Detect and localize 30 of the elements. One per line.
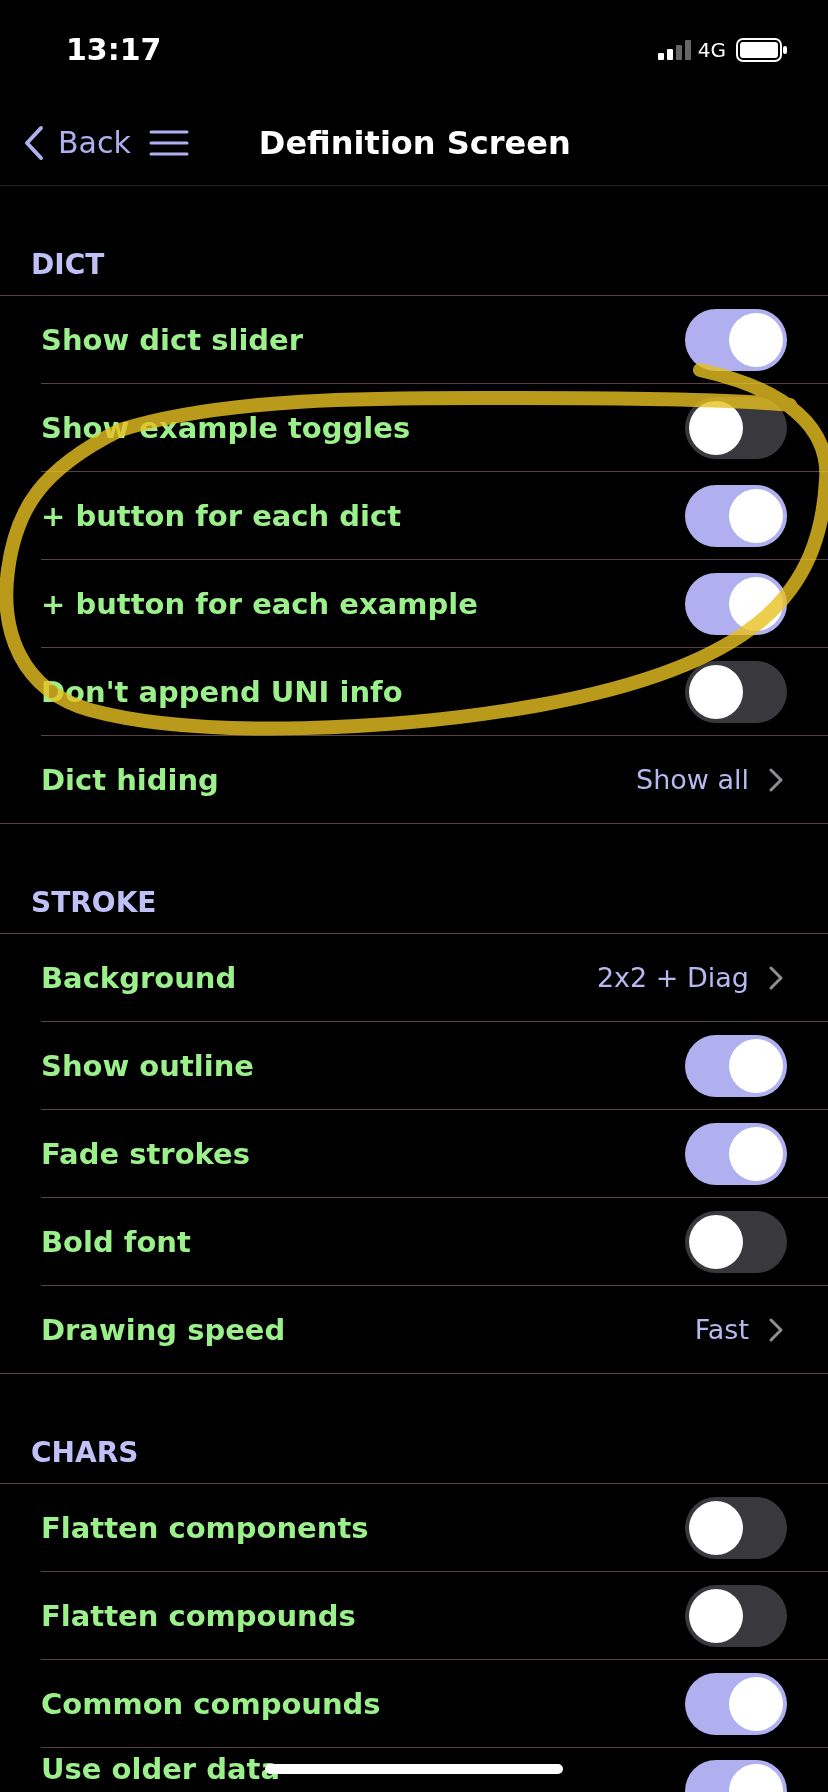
section-header: DICT <box>30 248 106 283</box>
chevron-icon <box>24 124 44 161</box>
setting-label: Flatten compounds <box>41 1598 356 1633</box>
setting-value[interactable]: 2x2 + Diag <box>596 962 749 993</box>
signal-icon <box>657 40 692 60</box>
setting-label: Show dict slider <box>41 322 304 357</box>
setting-label: Show outline <box>41 1048 254 1083</box>
setting-label: Flatten components <box>41 1510 369 1545</box>
chevron-icon <box>769 1317 783 1342</box>
toggle-switch[interactable] <box>685 660 787 723</box>
setting-label: Dict hiding <box>41 762 219 797</box>
battery-icon <box>736 38 788 62</box>
setting-label: Bold font <box>41 1224 191 1259</box>
network-label: 4G <box>697 38 726 62</box>
status-time: 13:17 <box>66 31 162 67</box>
setting-label: Common compounds <box>41 1686 381 1721</box>
chevron-icon <box>769 965 783 990</box>
screen-title: Definition Screen <box>258 123 571 162</box>
setting-label: Fade strokes <box>41 1136 250 1171</box>
setting-value[interactable]: Fast <box>694 1314 749 1345</box>
setting-label: + button for each example <box>41 586 478 621</box>
setting-label: + button for each dict <box>41 498 402 533</box>
setting-label: Background <box>41 960 237 995</box>
section-header: CHARS <box>30 1436 140 1471</box>
setting-label: Drawing speed <box>41 1312 286 1347</box>
menu-icon[interactable] <box>148 129 189 156</box>
chevron-icon <box>769 767 783 792</box>
setting-value[interactable]: Show all <box>636 764 749 795</box>
back-button[interactable]: Back <box>24 124 131 161</box>
section-header: STROKE <box>30 886 158 921</box>
